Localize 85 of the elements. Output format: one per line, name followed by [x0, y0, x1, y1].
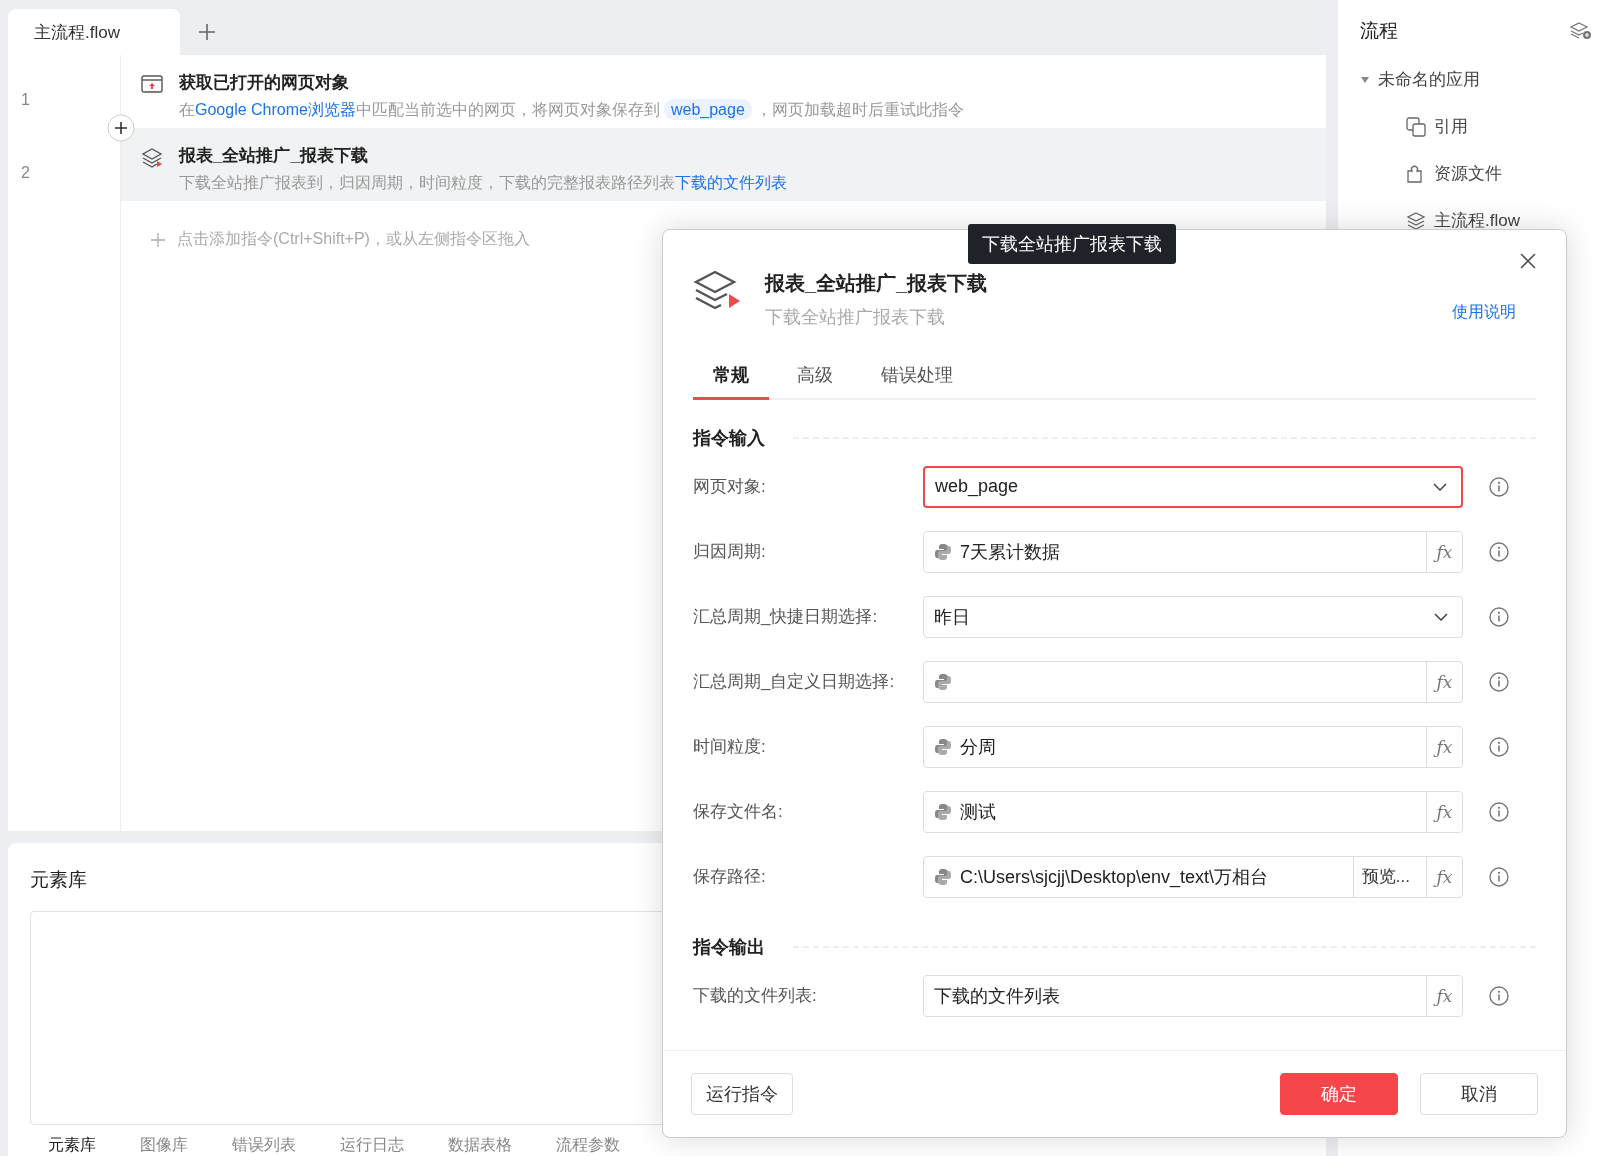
dropdown-field[interactable]: web_page — [923, 465, 1463, 508]
info-icon[interactable] — [1489, 606, 1509, 627]
step-title: 获取已打开的网页对象 — [179, 72, 350, 94]
field-value: 下载的文件列表 — [934, 984, 1061, 1008]
info-icon[interactable] — [1489, 736, 1509, 757]
expression-button[interactable]: ƒx — [1426, 531, 1462, 572]
cancel-button[interactable]: 取消 — [1420, 1073, 1538, 1115]
copy-icon — [1406, 116, 1426, 137]
plus-icon — [151, 232, 165, 247]
panel-tab[interactable]: 元素库 — [48, 1135, 96, 1156]
insert-step-icon[interactable] — [107, 114, 135, 142]
expression-button[interactable]: ƒx — [1426, 726, 1462, 767]
step-title: 报表_全站推广_报表下载 — [179, 145, 369, 167]
input-field[interactable]: 7天累计数据 ƒx — [923, 530, 1463, 573]
field-value: 测试 — [960, 800, 997, 824]
tree-item[interactable]: 主流程.flow — [1434, 209, 1520, 232]
field-value: 7天累计数据 — [960, 540, 1061, 564]
close-icon[interactable] — [1520, 253, 1536, 269]
line-number: 2 — [21, 164, 30, 182]
field-label: 时间粒度: — [693, 736, 767, 758]
field-value: C:\Users\sjcjj\Desktop\env_text\万相台 — [960, 865, 1270, 889]
layers-icon — [1406, 211, 1426, 230]
add-tab-icon[interactable] — [198, 23, 216, 41]
chevron-down-icon — [1433, 482, 1447, 491]
info-icon[interactable] — [1489, 671, 1509, 692]
info-icon[interactable] — [1489, 801, 1509, 822]
step-description: 下载全站推广报表到，归因周期，时间粒度，下载的完整报表路径列表下载的文件列表 — [179, 173, 787, 193]
python-icon — [934, 867, 952, 886]
chevron-down-icon — [1434, 612, 1448, 621]
panel-tab[interactable]: 数据表格 — [448, 1135, 512, 1156]
input-field[interactable]: 测试 ƒx — [923, 790, 1463, 833]
section-heading: 指令输入 — [693, 427, 765, 450]
dialog-tab[interactable]: 常规 — [693, 353, 769, 400]
tooltip: 下载全站推广报表下载 — [968, 224, 1176, 264]
step-description: 在Google Chrome浏览器中匹配当前选中的网页，将网页对象保存到 web_page ，网页加载超时后重试此指令 — [179, 100, 964, 121]
info-icon[interactable] — [1489, 541, 1509, 562]
info-icon[interactable] — [1489, 866, 1509, 887]
info-icon[interactable] — [1489, 476, 1509, 497]
panel-title: 元素库 — [30, 868, 87, 892]
field-label: 归因周期: — [693, 541, 767, 563]
section-heading: 指令输出 — [693, 936, 765, 959]
dialog-subtitle: 下载全站推广报表下载 — [765, 306, 946, 329]
sidebar-title: 流程 — [1360, 19, 1398, 43]
dialog-tab[interactable]: 错误处理 — [861, 353, 973, 400]
layers-icon — [141, 148, 163, 168]
tree-item[interactable]: 引用 — [1434, 115, 1468, 138]
panel-tab[interactable]: 运行日志 — [340, 1135, 404, 1156]
input-field[interactable]: 分周 ƒx — [923, 725, 1463, 768]
field-label: 下载的文件列表: — [693, 985, 818, 1007]
field-label: 网页对象: — [693, 476, 767, 498]
field-label: 保存文件名: — [693, 801, 784, 823]
field-label: 汇总周期_自定义日期选择: — [693, 671, 896, 693]
tree-item[interactable]: 未命名的应用 — [1360, 68, 1600, 91]
panel-tab[interactable]: 图像库 — [140, 1135, 188, 1156]
expression-button[interactable]: ƒx — [1426, 975, 1462, 1016]
dialog-title: 报表_全站推广_报表下载 — [765, 271, 989, 296]
python-icon — [934, 542, 952, 561]
expand-arrow-icon — [1360, 75, 1370, 84]
run-command-button[interactable]: 运行指令 — [691, 1073, 793, 1115]
input-field[interactable]: ƒx — [923, 660, 1463, 703]
browser-window-icon — [141, 75, 163, 93]
field-value: web_page — [935, 476, 1020, 497]
field-label: 汇总周期_快捷日期选择: — [693, 606, 879, 628]
input-field[interactable]: C:\Users\sjcjj\Desktop\env_text\万相台 预览... ƒx — [923, 855, 1463, 898]
expression-button[interactable]: ƒx — [1426, 791, 1462, 832]
confirm-button[interactable]: 确定 — [1280, 1073, 1398, 1115]
python-icon — [934, 737, 952, 756]
help-link[interactable]: 使用说明 — [1452, 302, 1516, 323]
line-number: 1 — [21, 91, 30, 109]
python-icon — [934, 672, 952, 691]
field-value: 分周 — [960, 735, 997, 759]
input-field[interactable]: 下载的文件列表 ƒx — [923, 974, 1463, 1017]
add-flow-icon[interactable] — [1570, 22, 1592, 40]
dropdown-field[interactable]: 昨日 — [923, 595, 1463, 638]
panel-tab[interactable]: 错误列表 — [232, 1135, 296, 1156]
expression-button[interactable]: ƒx — [1426, 661, 1462, 702]
field-value: 昨日 — [934, 605, 971, 629]
info-icon[interactable] — [1489, 985, 1509, 1006]
tree-item[interactable]: 资源文件 — [1434, 162, 1502, 185]
dialog-tab[interactable]: 高级 — [777, 353, 853, 400]
python-icon — [934, 802, 952, 821]
file-tab[interactable]: 主流程.flow — [8, 9, 180, 55]
field-label: 保存路径: — [693, 866, 767, 888]
panel-tab[interactable]: 流程参数 — [556, 1135, 620, 1156]
expression-button[interactable]: ƒx — [1426, 856, 1462, 897]
